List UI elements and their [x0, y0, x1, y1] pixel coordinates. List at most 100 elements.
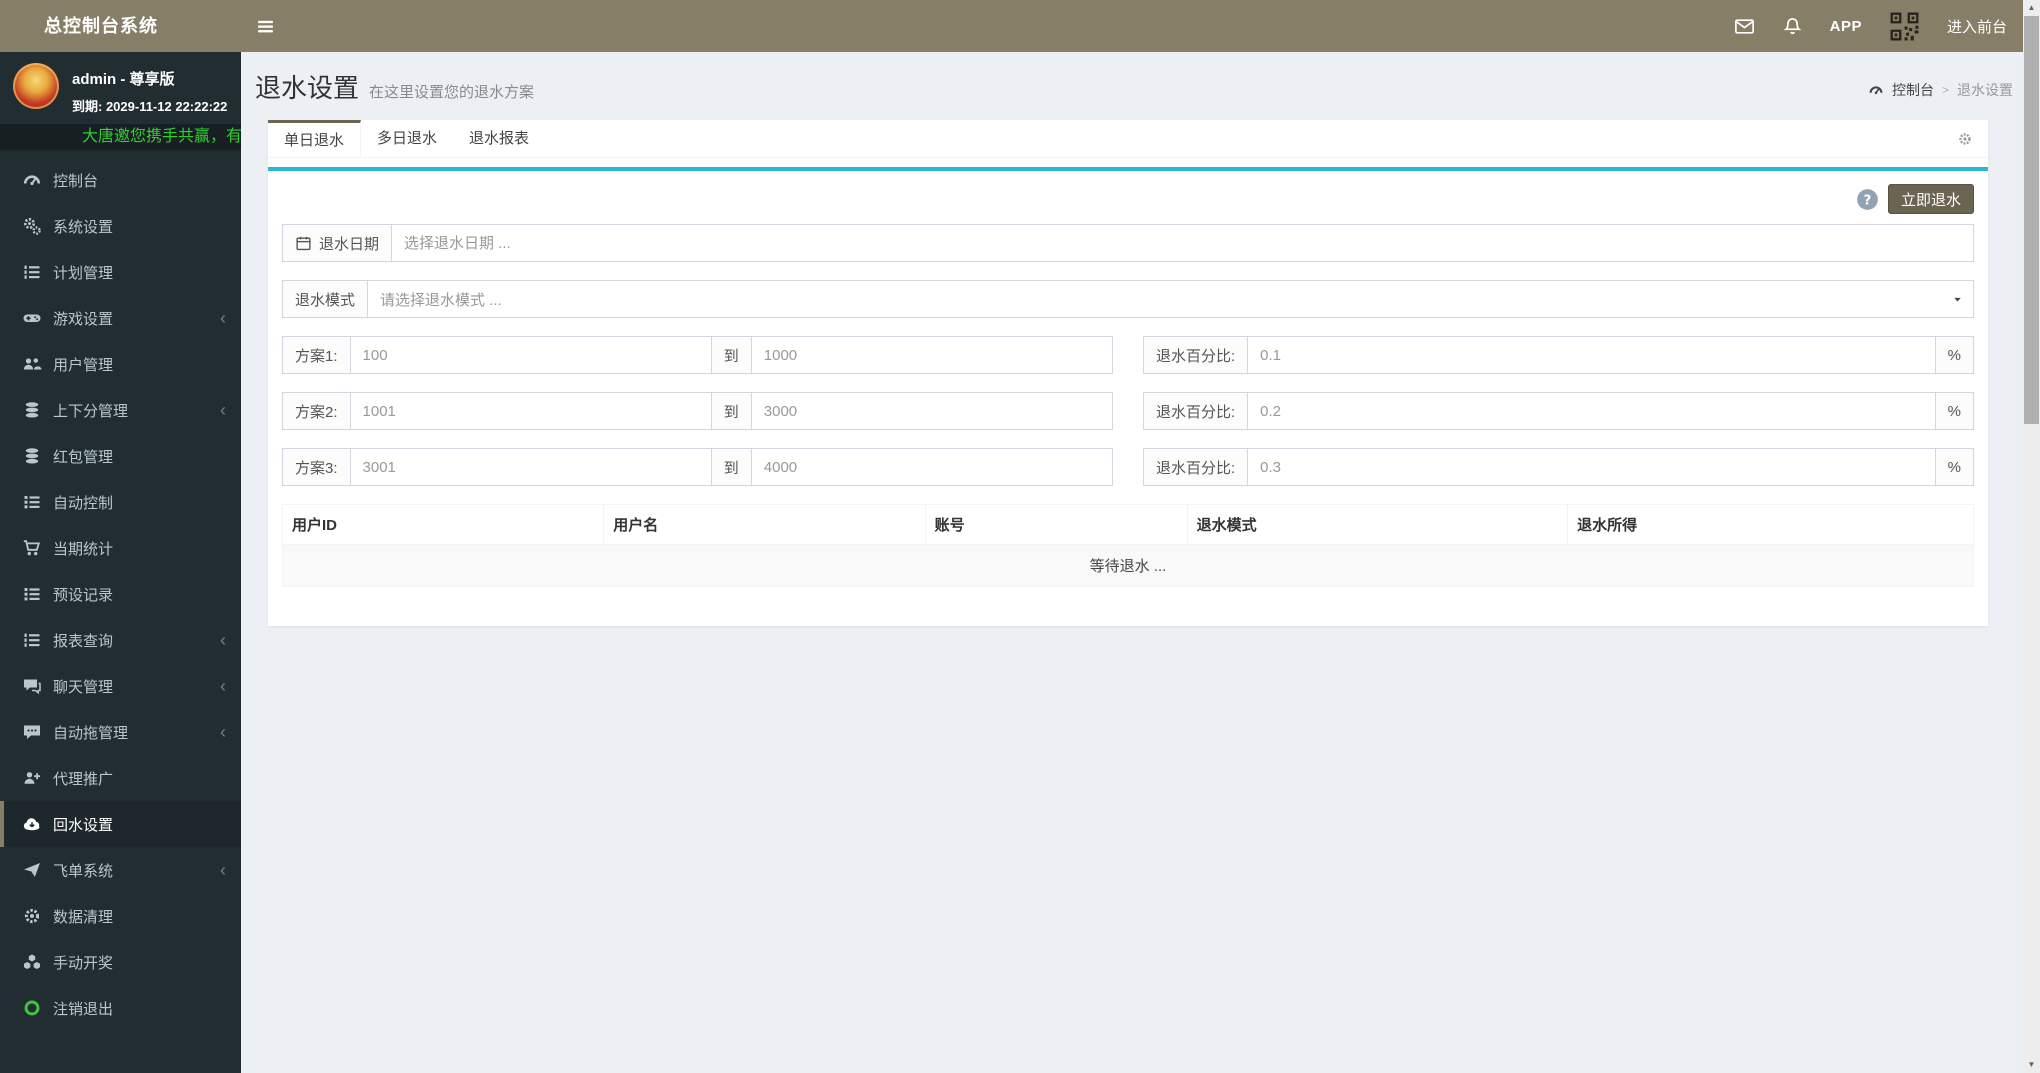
rebate-mode-select[interactable]: 请选择退水模式 ...: [367, 280, 1974, 318]
table-empty-row: 等待退水 ...: [282, 544, 1974, 587]
sidebar-item-auto-control[interactable]: 自动控制: [0, 479, 241, 525]
sidebar-item-report-query[interactable]: 报表查询 ‹: [0, 617, 241, 663]
vertical-scrollbar[interactable]: ▲ ▼: [2023, 0, 2040, 1073]
rebate-mode-row: 退水模式 请选择退水模式 ...: [282, 280, 1974, 318]
chevron-left-icon: ‹: [220, 860, 226, 880]
sidebar-item-logout[interactable]: 注销退出: [0, 985, 241, 1031]
tab-bar: 单日退水 多日退水 退水报表: [268, 120, 1988, 158]
notifications-bell-icon[interactable]: [1782, 16, 1803, 37]
page-title: 退水设置 在这里设置您的退水方案: [255, 73, 535, 103]
list-icon: [22, 584, 42, 604]
user-panel: admin - 尊享版 到期: 2029-11-12 22:22:22: [0, 52, 241, 124]
plan2-label: 方案2:: [282, 392, 351, 430]
plan1-from-input[interactable]: [349, 336, 712, 374]
column-rebate-mode: 退水模式: [1186, 504, 1569, 545]
plan2-pct-unit: %: [1934, 392, 1974, 430]
scrollbar-thumb[interactable]: [2024, 16, 2039, 424]
hamburger-icon: [255, 16, 276, 37]
tab-single-day-rebate[interactable]: 单日退水: [268, 120, 362, 157]
plan2-pct-input[interactable]: [1247, 392, 1936, 430]
sidebar-item-manual-draw[interactable]: 手动开奖: [0, 939, 241, 985]
sidebar-item-data-cleanup[interactable]: 数据清理: [0, 893, 241, 939]
comment-dots-icon: [22, 722, 42, 742]
messages-icon[interactable]: [1734, 16, 1755, 37]
tab-multi-day-rebate[interactable]: 多日退水: [361, 120, 453, 157]
plan-row-3: 方案3: 到 退水百分比: %: [282, 448, 1974, 486]
chevron-left-icon: ‹: [220, 630, 226, 650]
plan1-to-input[interactable]: [750, 336, 1113, 374]
user-plus-icon: [22, 768, 42, 788]
plan3-to-input[interactable]: [750, 448, 1113, 486]
plan1-pct-label: 退水百分比:: [1143, 336, 1249, 374]
scrollbar-up-arrow-icon[interactable]: ▲: [2023, 0, 2040, 16]
users-icon: [22, 354, 42, 374]
plan2-from-input[interactable]: [349, 392, 712, 430]
card-settings-gear-icon[interactable]: [1957, 120, 1988, 157]
plan2-pct-label: 退水百分比:: [1143, 392, 1249, 430]
sidebar-item-console[interactable]: 控制台: [0, 157, 241, 203]
plan2-to-input[interactable]: [750, 392, 1113, 430]
rebate-date-row: 退水日期: [282, 224, 1974, 262]
sidebar-item-auto-bot-management[interactable]: 自动拖管理 ‹: [0, 709, 241, 755]
scrollbar-down-arrow-icon[interactable]: ▼: [2023, 1057, 2040, 1073]
sidebar-item-plan-management[interactable]: 计划管理: [0, 249, 241, 295]
actions-row: ? 立即退水: [282, 184, 1974, 214]
plan1-to-label: 到: [710, 336, 752, 374]
cloud-download-icon: [22, 814, 42, 834]
sidebar-item-chat-management[interactable]: 聊天管理 ‹: [0, 663, 241, 709]
plan3-to-label: 到: [710, 448, 752, 486]
sidebar-item-current-stats[interactable]: 当期统计: [0, 525, 241, 571]
rebate-date-input[interactable]: [391, 224, 1974, 262]
app-link[interactable]: APP: [1830, 18, 1862, 35]
sidebar-item-game-settings[interactable]: 游戏设置 ‹: [0, 295, 241, 341]
waiting-rebate-text: 等待退水 ...: [282, 544, 1974, 587]
comments-icon: [22, 676, 42, 696]
page-subtitle: 在这里设置您的退水方案: [369, 84, 535, 101]
table-header-row: 用户ID 用户名 账号 退水模式 退水所得: [281, 504, 1974, 545]
breadcrumb-home-link[interactable]: 控制台: [1892, 80, 1934, 100]
help-question-icon[interactable]: ?: [1856, 188, 1879, 211]
svg-text:?: ?: [1864, 193, 1872, 208]
plan-row-2: 方案2: 到 退水百分比: %: [282, 392, 1974, 430]
calendar-icon: [295, 235, 312, 252]
rebate-now-button[interactable]: 立即退水: [1887, 184, 1974, 214]
plan3-pct-input[interactable]: [1247, 448, 1936, 486]
chevron-left-icon: ‹: [220, 308, 226, 328]
plan3-pct-unit: %: [1934, 448, 1974, 486]
gears-icon: [22, 216, 42, 236]
cart-icon: [22, 538, 42, 558]
avatar: [13, 63, 59, 109]
sidebar-item-rebate-settings[interactable]: 回水设置: [0, 801, 241, 847]
user-expiry: 到期: 2029-11-12 22:22:22: [72, 99, 228, 114]
qr-code-icon[interactable]: [1889, 11, 1920, 42]
sidebar-menu: 控制台 系统设置 计划管理 游戏设置 ‹ 用户管理 上下分管理 ‹ 红包管理 自动控…: [0, 157, 241, 1031]
list-ol-icon: [22, 262, 42, 282]
plan3-label: 方案3:: [282, 448, 351, 486]
dashboard-icon: [1868, 82, 1884, 98]
plan1-pct-unit: %: [1934, 336, 1974, 374]
tab-content: ? 立即退水 退水日期 退水模式 请选择退水模式 ... 方案1:: [268, 167, 1988, 587]
plan-row-1: 方案1: 到 退水百分比: %: [282, 336, 1974, 374]
tab-rebate-report[interactable]: 退水报表: [453, 120, 545, 157]
content-header: 退水设置 在这里设置您的退水方案 控制台 > 退水设置: [241, 52, 2023, 120]
gamepad-icon: [22, 308, 42, 328]
top-navbar: 总控制台系统 APP 进入前台: [0, 0, 2023, 52]
sidebar-toggle-button[interactable]: [241, 0, 289, 52]
sidebar-item-score-management[interactable]: 上下分管理 ‹: [0, 387, 241, 433]
sidebar-item-redpacket-management[interactable]: 红包管理: [0, 433, 241, 479]
coins-icon: [22, 446, 42, 466]
sidebar-item-user-management[interactable]: 用户管理: [0, 341, 241, 387]
sidebar-item-system-settings[interactable]: 系统设置: [0, 203, 241, 249]
sidebar-item-agent-promotion[interactable]: 代理推广: [0, 755, 241, 801]
plan3-from-input[interactable]: [349, 448, 712, 486]
plan1-pct-input[interactable]: [1247, 336, 1936, 374]
logout-circle-icon: [22, 998, 42, 1018]
sidebar-item-order-forward-system[interactable]: 飞单系统 ‹: [0, 847, 241, 893]
sidebar: admin - 尊享版 到期: 2029-11-12 22:22:22 大唐邀您…: [0, 52, 241, 1073]
column-username: 用户名: [603, 504, 926, 545]
chevron-left-icon: ‹: [220, 400, 226, 420]
sidebar-item-preset-records[interactable]: 预设记录: [0, 571, 241, 617]
enter-frontend-link[interactable]: 进入前台: [1947, 16, 2007, 37]
brand-title[interactable]: 总控制台系统: [0, 0, 241, 52]
chevron-left-icon: ‹: [220, 722, 226, 742]
